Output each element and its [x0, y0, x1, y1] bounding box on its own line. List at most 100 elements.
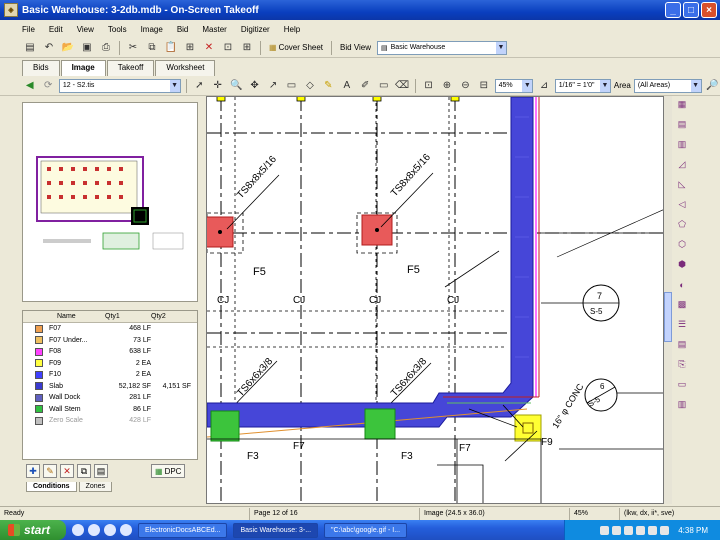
page-select[interactable]: 12 - S2.tis ▼ — [58, 78, 181, 93]
close-button[interactable]: × — [701, 2, 717, 18]
delete-icon[interactable]: ✕ — [201, 40, 217, 56]
taskbar-item[interactable]: Basic Warehouse: 3-... — [233, 522, 319, 538]
taskbar-item[interactable]: "C:\abc\google.gif - I... — [324, 522, 408, 538]
tab-worksheet[interactable]: Worksheet — [155, 60, 216, 76]
grid-icon[interactable]: ⊞ — [239, 40, 255, 56]
condition-row[interactable]: F09 2 EA — [23, 358, 197, 370]
scrollbar-thumb[interactable] — [664, 292, 672, 342]
menu-image[interactable]: Image — [141, 25, 163, 34]
condition-row[interactable]: Wall Stem 86 LF — [23, 404, 197, 416]
edit-icon[interactable]: ✎ — [43, 464, 57, 478]
hatch-icon[interactable]: ▩ — [674, 296, 690, 313]
tray-icon[interactable] — [612, 525, 622, 535]
slope-icon[interactable]: ◺ — [674, 176, 690, 193]
tab-conditions[interactable]: Conditions — [26, 482, 77, 492]
bid-select[interactable]: ▤ Basic Warehouse ▼ — [377, 40, 508, 55]
refresh-icon[interactable]: ⟳ — [40, 78, 55, 94]
header-qty1[interactable]: Qty1 — [105, 311, 151, 322]
highlight-icon[interactable]: ✎ — [321, 78, 336, 94]
tray-icon[interactable] — [624, 525, 634, 535]
properties-icon[interactable]: ⊡ — [220, 40, 236, 56]
save-icon[interactable]: ▣ — [79, 40, 95, 56]
back-icon[interactable]: ◀ — [22, 78, 37, 94]
delete-icon[interactable]: ✕ — [60, 464, 74, 478]
tab-takeoff[interactable]: Takeoff — [106, 60, 155, 76]
tray-icon[interactable] — [648, 525, 658, 535]
condition-row[interactable]: Zero Scale 428 LF — [23, 415, 197, 427]
tab-bids[interactable]: Bids — [22, 60, 60, 76]
paste-icon[interactable]: 📋 — [163, 40, 179, 56]
segment-icon[interactable]: ◁ — [674, 196, 690, 213]
area-icon[interactable]: ▭ — [284, 78, 299, 94]
quick-launch-icon[interactable] — [88, 524, 100, 536]
shape-cut-icon[interactable]: ⬡ — [674, 236, 690, 253]
zoom-select[interactable]: 45% ▼ — [494, 78, 534, 93]
menu-digitizer[interactable]: Digitizer — [241, 25, 270, 34]
export-icon[interactable]: ⎘ — [674, 356, 690, 373]
search-icon[interactable]: 🔎 — [705, 78, 720, 94]
overlay-icon[interactable]: ▤ — [674, 116, 690, 133]
condition-row[interactable]: F07 468 LF — [23, 323, 197, 335]
menu-edit[interactable]: Edit — [49, 25, 63, 34]
cut-icon[interactable]: ✂ — [125, 40, 141, 56]
bid-view-button[interactable]: Bid View — [337, 43, 374, 52]
note-icon[interactable]: ▭ — [376, 78, 391, 94]
menu-master[interactable]: Master — [202, 25, 226, 34]
menu-bid[interactable]: Bid — [177, 25, 189, 34]
dpc-button[interactable]: ▦ DPC — [151, 464, 186, 478]
angle-icon[interactable]: ◿ — [674, 156, 690, 173]
tray-icon[interactable] — [600, 525, 610, 535]
tray-icon[interactable] — [660, 525, 670, 535]
annotate-icon[interactable]: ✐ — [358, 78, 373, 94]
tray-icon[interactable] — [636, 525, 646, 535]
scale-select[interactable]: 1/16" = 1'0" ▼ — [554, 78, 611, 93]
zoom-out-icon[interactable]: ⊖ — [458, 78, 473, 94]
undo-icon[interactable]: ↶ — [41, 40, 57, 56]
cover-sheet-button[interactable]: ▦ Cover Sheet — [266, 43, 326, 52]
tab-zones[interactable]: Zones — [78, 482, 113, 492]
header-qty2[interactable]: Qty2 — [151, 311, 191, 322]
sheet-icon[interactable]: ▥ — [674, 396, 690, 413]
vertical-scrollbar[interactable] — [664, 96, 672, 504]
page-thumbnail[interactable] — [22, 102, 198, 302]
open-icon[interactable]: 📂 — [60, 40, 76, 56]
paste-special-icon[interactable]: ⊞ — [182, 40, 198, 56]
pointer-icon[interactable]: ➚ — [192, 78, 207, 94]
properties-icon[interactable]: ▤ — [94, 464, 108, 478]
condition-row[interactable]: F07 Under... 73 LF — [23, 335, 197, 347]
new-icon[interactable]: ▤ — [22, 40, 38, 56]
copy-icon[interactable]: ⧉ — [77, 464, 91, 478]
print-icon[interactable]: ⎙ — [98, 40, 114, 56]
zoom-fit-icon[interactable]: ⊡ — [421, 78, 436, 94]
linear-icon[interactable]: ↗ — [265, 78, 280, 94]
maximize-button[interactable]: □ — [683, 2, 699, 18]
scale-icon[interactable]: ⊿ — [536, 78, 551, 94]
erase-icon[interactable]: ⌫ — [394, 78, 409, 94]
area-select[interactable]: (All Areas) ▼ — [633, 78, 702, 93]
shape-add-icon[interactable]: ⬠ — [674, 216, 690, 233]
crosshair-icon[interactable]: ✛ — [210, 78, 225, 94]
minimize-button[interactable]: _ — [665, 2, 681, 18]
layers-icon[interactable]: ▦ — [674, 96, 690, 113]
zoom-in-icon[interactable]: ⊕ — [439, 78, 454, 94]
condition-row[interactable]: Wall Dock 281 LF — [23, 392, 197, 404]
menu-help[interactable]: Help — [284, 25, 300, 34]
shape-merge-icon[interactable]: ⬢ — [674, 256, 690, 273]
list-icon[interactable]: ☰ — [674, 316, 690, 333]
start-button[interactable]: start — [0, 520, 66, 540]
tab-image[interactable]: Image — [60, 60, 106, 76]
report-icon[interactable]: ▤ — [674, 336, 690, 353]
quick-launch-icon[interactable] — [120, 524, 132, 536]
text-icon[interactable]: A — [339, 78, 354, 94]
table-icon[interactable]: ▥ — [674, 136, 690, 153]
header-name[interactable]: Name — [57, 311, 105, 322]
notes-icon[interactable]: ▭ — [674, 376, 690, 393]
condition-row[interactable]: F08 638 LF — [23, 346, 197, 358]
zoom-width-icon[interactable]: ⊟ — [476, 78, 491, 94]
drawing-canvas[interactable]: F5 F5 CJ CJ CJ CJ TS8x8x5/16 TS8x8x5/16 … — [206, 96, 664, 504]
quick-launch-icon[interactable] — [72, 524, 84, 536]
pan-icon[interactable]: ✥ — [247, 78, 262, 94]
menu-tools[interactable]: Tools — [108, 25, 127, 34]
add-icon[interactable]: ✚ — [26, 464, 40, 478]
color-fill-icon[interactable]: ◐ — [674, 276, 690, 293]
